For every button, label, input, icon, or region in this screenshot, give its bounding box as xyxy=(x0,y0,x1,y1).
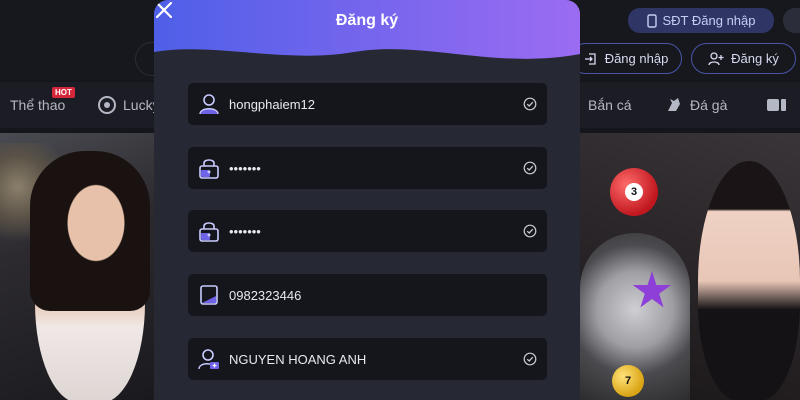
nav-label-cockfight: Đá gà xyxy=(690,97,728,113)
check-circle-icon xyxy=(523,97,537,111)
nav-item-fishing[interactable]: Bắn cá xyxy=(588,82,632,128)
password-value: ••••••• xyxy=(229,160,261,176)
nav-label-sports: Thể thao xyxy=(10,97,66,113)
confirm-password-field[interactable]: ••••••• xyxy=(188,210,547,252)
user-add-icon xyxy=(708,51,724,65)
hot-badge: HOT xyxy=(52,87,75,98)
login-button[interactable]: Đăng nhập xyxy=(570,43,682,74)
lock-icon xyxy=(198,157,220,179)
cards-icon xyxy=(767,99,786,111)
username-field[interactable]: hongphaiem12 xyxy=(188,83,547,125)
fullname-field[interactable]: NGUYEN HOANG ANH xyxy=(188,338,547,380)
nav-item-more[interactable] xyxy=(766,82,786,128)
login-label: Đăng nhập xyxy=(604,51,669,66)
username-value: hongphaiem12 xyxy=(229,96,316,112)
register-label: Đăng ký xyxy=(731,51,779,66)
nav-item-lucky[interactable]: Lucky xyxy=(97,82,160,128)
check-circle-icon xyxy=(523,161,537,175)
close-icon[interactable] xyxy=(154,0,174,20)
modal-title: Đăng ký xyxy=(335,12,399,29)
nav-label-fishing: Bắn cá xyxy=(588,97,632,113)
user-icon xyxy=(198,93,220,115)
phone-login-label: SĐT Đăng nhập xyxy=(662,13,756,28)
page: SĐT Đăng nhập Đăng nhập Đăng ký Thể thao… xyxy=(0,0,800,400)
user-add-icon xyxy=(198,348,220,370)
model-photo-right xyxy=(698,161,800,400)
lottery-icon xyxy=(98,96,116,114)
fullname-value: NGUYEN HOANG ANH xyxy=(229,351,367,367)
phone-icon xyxy=(646,13,657,28)
lottery-ball-7: 7 xyxy=(612,365,644,397)
promo-banner-left[interactable] xyxy=(0,133,154,400)
register-modal: Đăng ký hongphaiem12 ••••••• ••••••• 098… xyxy=(154,0,580,400)
confirm-password-value: ••••••• xyxy=(229,223,261,239)
header-wave xyxy=(154,0,580,59)
register-button[interactable]: Đăng ký xyxy=(691,43,796,74)
lock-icon xyxy=(198,220,220,242)
model-hair xyxy=(30,151,150,311)
phone-icon xyxy=(198,284,220,306)
modal-header: Đăng ký xyxy=(154,0,580,66)
rooster-icon xyxy=(668,98,680,111)
check-circle-icon xyxy=(523,224,537,238)
nav-item-cockfight[interactable]: Đá gà xyxy=(664,82,727,128)
password-field[interactable]: ••••••• xyxy=(188,147,547,189)
phone-value: 0982323446 xyxy=(229,287,302,303)
login-icon xyxy=(584,52,596,65)
corner-button[interactable] xyxy=(783,8,800,33)
lottery-ball-3: 3 xyxy=(610,168,658,216)
promo-banner-right[interactable]: 3 7 xyxy=(580,133,800,400)
phone-login-button[interactable]: SĐT Đăng nhập xyxy=(628,8,774,33)
phone-field[interactable]: 0982323446 xyxy=(188,274,547,316)
check-circle-icon xyxy=(523,352,537,366)
